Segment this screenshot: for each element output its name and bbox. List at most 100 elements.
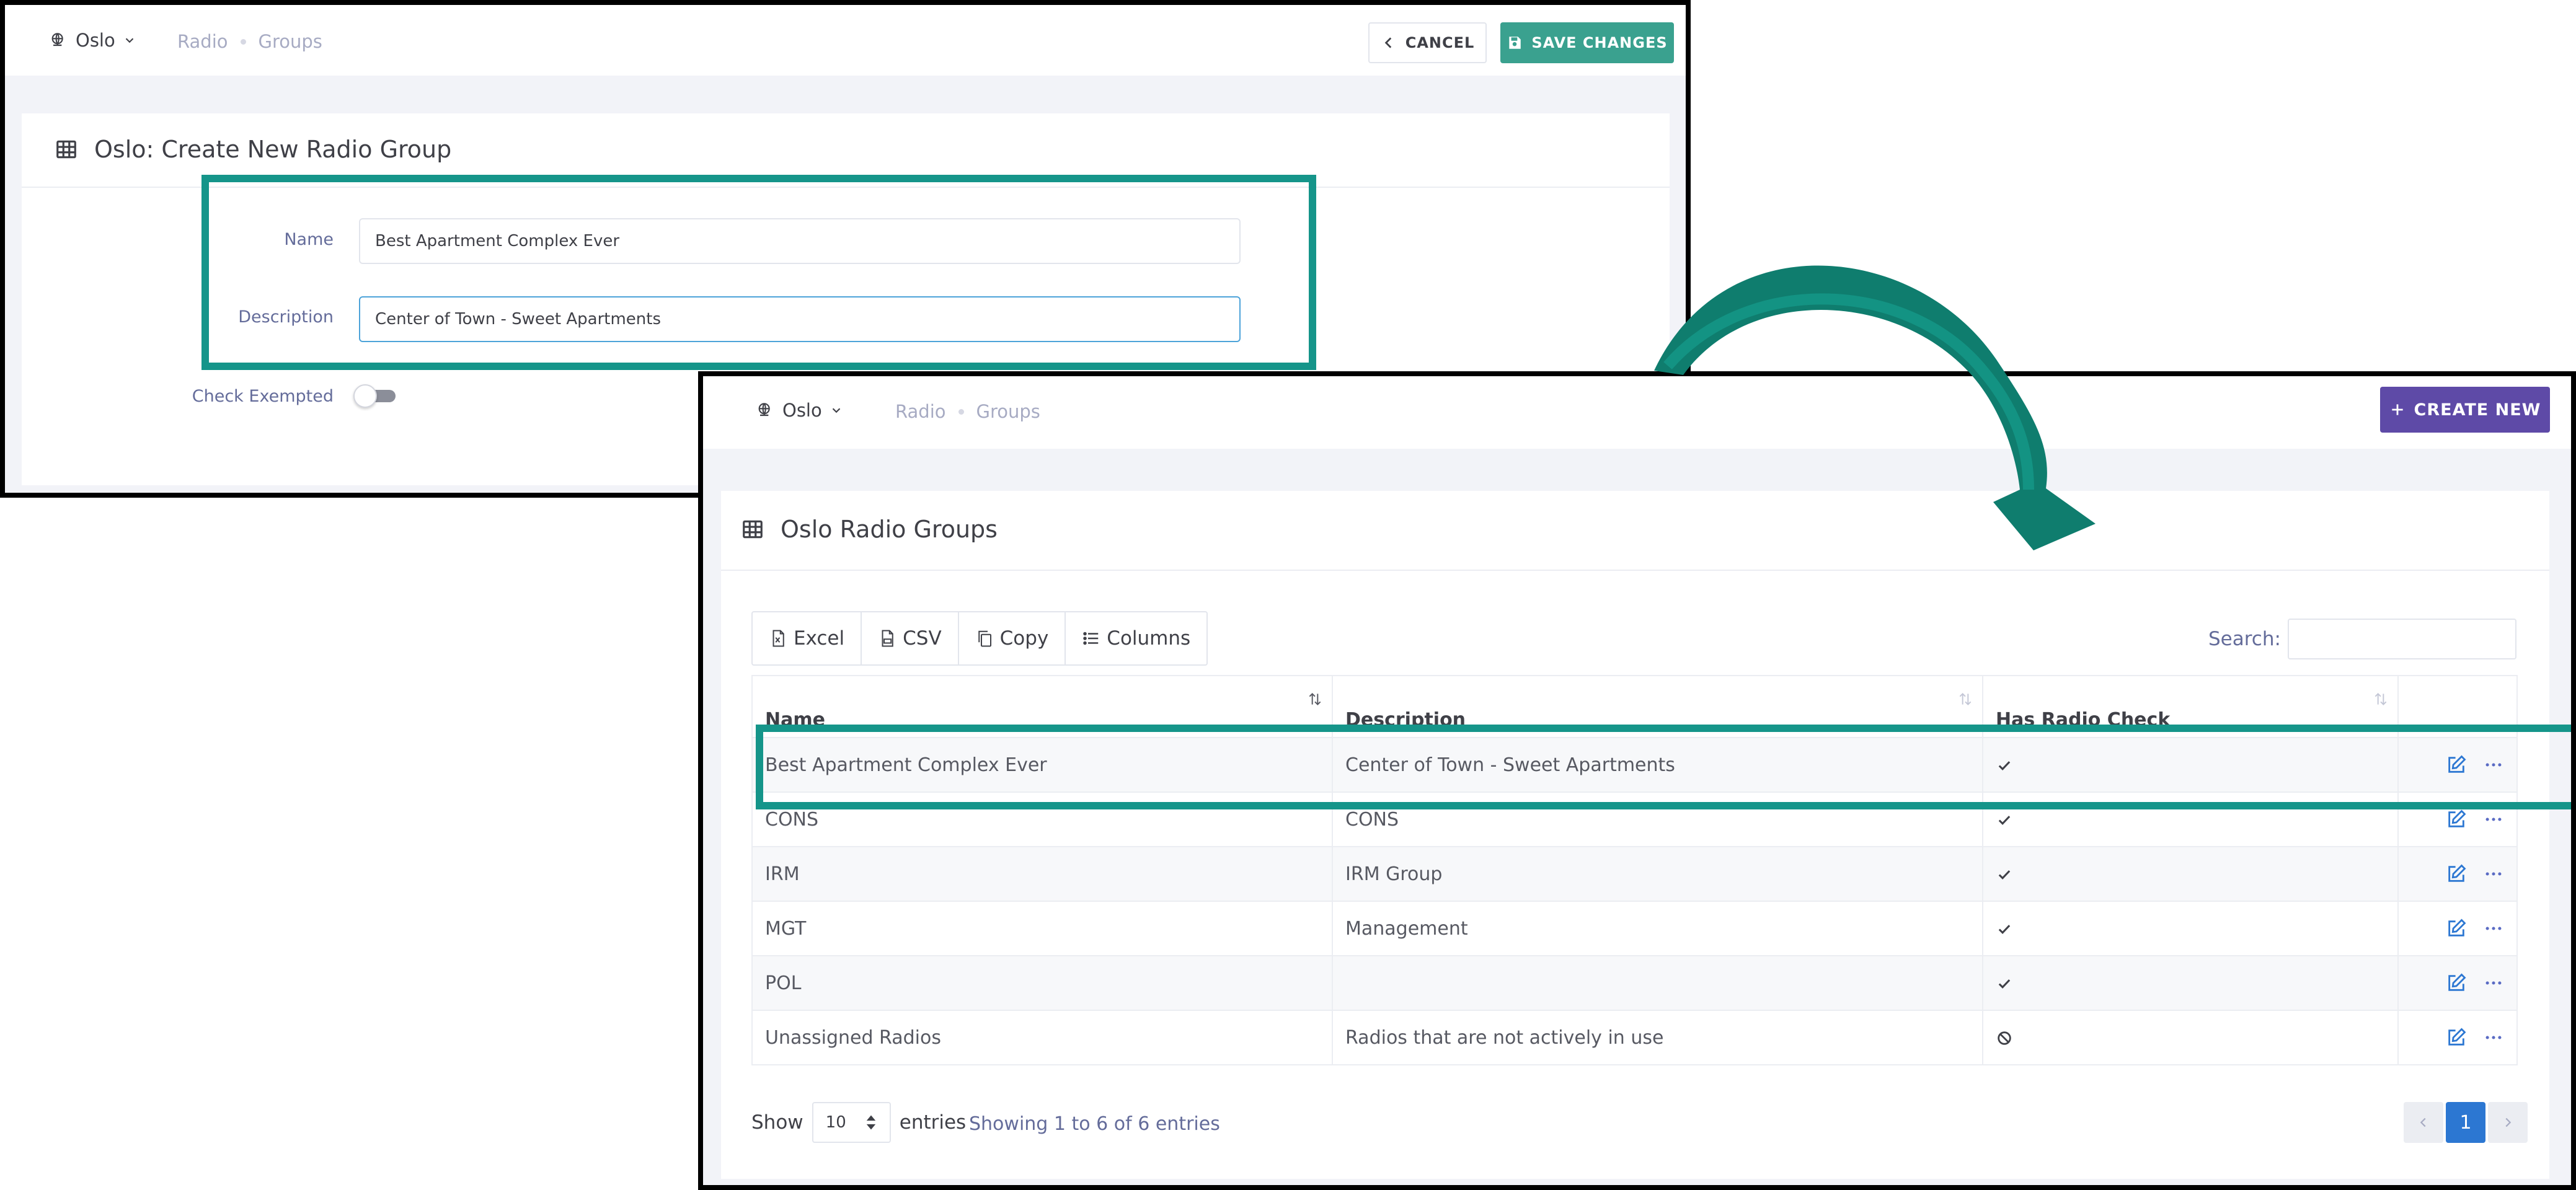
chevron-down-icon: [125, 38, 134, 43]
cell-actions: [2397, 955, 2518, 1011]
column-header-name[interactable]: Name: [751, 675, 1333, 738]
cell-name: POL: [751, 955, 1333, 1011]
table-row[interactable]: CONS CONS: [751, 791, 2518, 847]
save-changes-label: SAVE CHANGES: [1531, 34, 1668, 51]
search-input[interactable]: [2288, 619, 2516, 659]
radio-groups-card: Oslo Radio Groups Excel CSV Copy Columns…: [721, 491, 2549, 1179]
excel-file-icon: [772, 630, 784, 647]
row-actions: [2411, 809, 2504, 830]
more-options-icon[interactable]: [2483, 754, 2504, 775]
copy-icon: [978, 630, 991, 647]
cell-description: IRM Group: [1332, 846, 1983, 902]
cell-name: Unassigned Radios: [751, 1010, 1333, 1065]
edit-icon[interactable]: [2446, 809, 2467, 830]
breadcrumb: Radio Groups: [177, 31, 322, 52]
breadcrumb-groups[interactable]: Groups: [976, 401, 1040, 422]
cell-actions: [2397, 737, 2518, 793]
table-row[interactable]: IRM IRM Group: [751, 846, 2518, 902]
cancel-label: CANCEL: [1405, 34, 1475, 51]
page-length-select[interactable]: 10: [812, 1102, 891, 1143]
sort-icon: [1959, 692, 1972, 706]
edit-icon[interactable]: [2446, 863, 2467, 884]
check-exempted-toggle[interactable]: [353, 384, 397, 408]
check-icon: [1998, 870, 2011, 880]
chevron-left-icon: [1384, 37, 1391, 48]
card-title: Oslo Radio Groups: [741, 516, 998, 543]
globe-icon: [758, 403, 770, 416]
curved-arrow-icon: [1654, 265, 2096, 550]
edit-icon[interactable]: [2446, 972, 2467, 994]
csv-label: CSV: [903, 627, 942, 650]
cell-actions: [2397, 846, 2518, 902]
pagination: 1: [2404, 1102, 2528, 1143]
chevron-right-icon: [2505, 1117, 2512, 1127]
cell-description: CONS: [1332, 791, 1983, 847]
list-icon: [1083, 632, 1099, 645]
edit-icon[interactable]: [2446, 1027, 2467, 1048]
previous-page-button[interactable]: [2404, 1102, 2443, 1143]
entries-label: entries: [899, 1111, 967, 1134]
name-label: Name: [284, 230, 334, 249]
cell-has-radio-check: [1982, 901, 2399, 956]
column-header-label: Name: [765, 709, 825, 731]
more-options-icon[interactable]: [2483, 863, 2504, 884]
cell-description: Center of Town - Sweet Apartments: [1332, 737, 1983, 793]
more-options-icon[interactable]: [2483, 809, 2504, 830]
breadcrumb-groups[interactable]: Groups: [259, 31, 322, 52]
globe-icon: [51, 33, 63, 46]
breadcrumb-radio[interactable]: Radio: [177, 31, 228, 52]
table-row[interactable]: Unassigned Radios Radios that are not act…: [751, 1010, 2518, 1065]
show-label: Show: [751, 1111, 803, 1134]
export-toolbar: Excel CSV Copy Columns: [751, 611, 1208, 666]
excel-button[interactable]: Excel: [753, 612, 862, 664]
table-grid-icon: [743, 520, 763, 539]
cell-has-radio-check: [1982, 791, 2399, 847]
tenant-selector[interactable]: Oslo: [755, 400, 843, 421]
description-label: Description: [238, 307, 334, 327]
table-row[interactable]: Best Apartment Complex Ever Center of Tow…: [751, 737, 2518, 793]
card-header: Oslo: Create New Radio Group: [22, 113, 1670, 188]
columns-button[interactable]: Columns: [1066, 612, 1206, 664]
cancel-button[interactable]: CANCEL: [1368, 22, 1487, 63]
next-page-button[interactable]: [2488, 1102, 2528, 1143]
column-header-has-radio-check[interactable]: Has Radio Check: [1982, 675, 2399, 738]
table-info: Showing 1 to 6 of 6 entries: [969, 1113, 1220, 1135]
more-options-icon[interactable]: [2483, 1027, 2504, 1048]
breadcrumb-separator: [240, 38, 246, 45]
cell-has-radio-check: [1982, 737, 2399, 793]
top-bar: Oslo Radio Groups CANCEL SAVE CHANGES: [5, 5, 1686, 76]
create-new-button[interactable]: CREATE NEW: [2380, 387, 2550, 433]
name-input[interactable]: [359, 218, 1241, 264]
edit-icon[interactable]: [2446, 918, 2467, 939]
radio-groups-window: Oslo Radio Groups CREATE NEW Oslo Radio …: [698, 371, 2576, 1190]
excel-label: Excel: [794, 627, 845, 650]
save-changes-button[interactable]: SAVE CHANGES: [1500, 22, 1674, 63]
tenant-selector[interactable]: Oslo: [48, 30, 136, 51]
check-exempted-label: Check Exempted: [192, 387, 334, 406]
page-1-button[interactable]: 1: [2446, 1102, 2485, 1143]
column-header-actions: [2397, 675, 2518, 738]
edit-icon[interactable]: [2446, 754, 2467, 775]
breadcrumb-radio[interactable]: Radio: [895, 401, 946, 422]
sort-caret-icon: [866, 1115, 875, 1130]
sort-icon: [1309, 692, 1321, 706]
column-header-description[interactable]: Description: [1332, 675, 1983, 738]
copy-button[interactable]: Copy: [959, 612, 1066, 664]
table-row[interactable]: POL: [751, 955, 2518, 1011]
table-row[interactable]: MGT Management: [751, 901, 2518, 956]
csv-button[interactable]: CSV: [862, 612, 959, 664]
description-input[interactable]: [359, 296, 1241, 342]
check-icon: [1998, 979, 2011, 989]
breadcrumb-separator: [958, 408, 964, 415]
floppy-disk-icon: [1509, 37, 1521, 49]
more-options-icon[interactable]: [2483, 972, 2504, 994]
radio-groups-table: Name Description Has Radio Check Best Ap…: [751, 675, 2518, 1065]
more-options-icon[interactable]: [2483, 918, 2504, 939]
plus-icon: [2391, 404, 2403, 415]
table-grid-icon: [56, 140, 76, 159]
column-header-label: Description: [1345, 709, 1466, 731]
cell-name: Best Apartment Complex Ever: [751, 737, 1333, 793]
ban-icon: [1998, 1031, 2011, 1045]
page-length-control: Show 10 entries: [751, 1102, 966, 1143]
page-length-value: 10: [825, 1113, 846, 1132]
